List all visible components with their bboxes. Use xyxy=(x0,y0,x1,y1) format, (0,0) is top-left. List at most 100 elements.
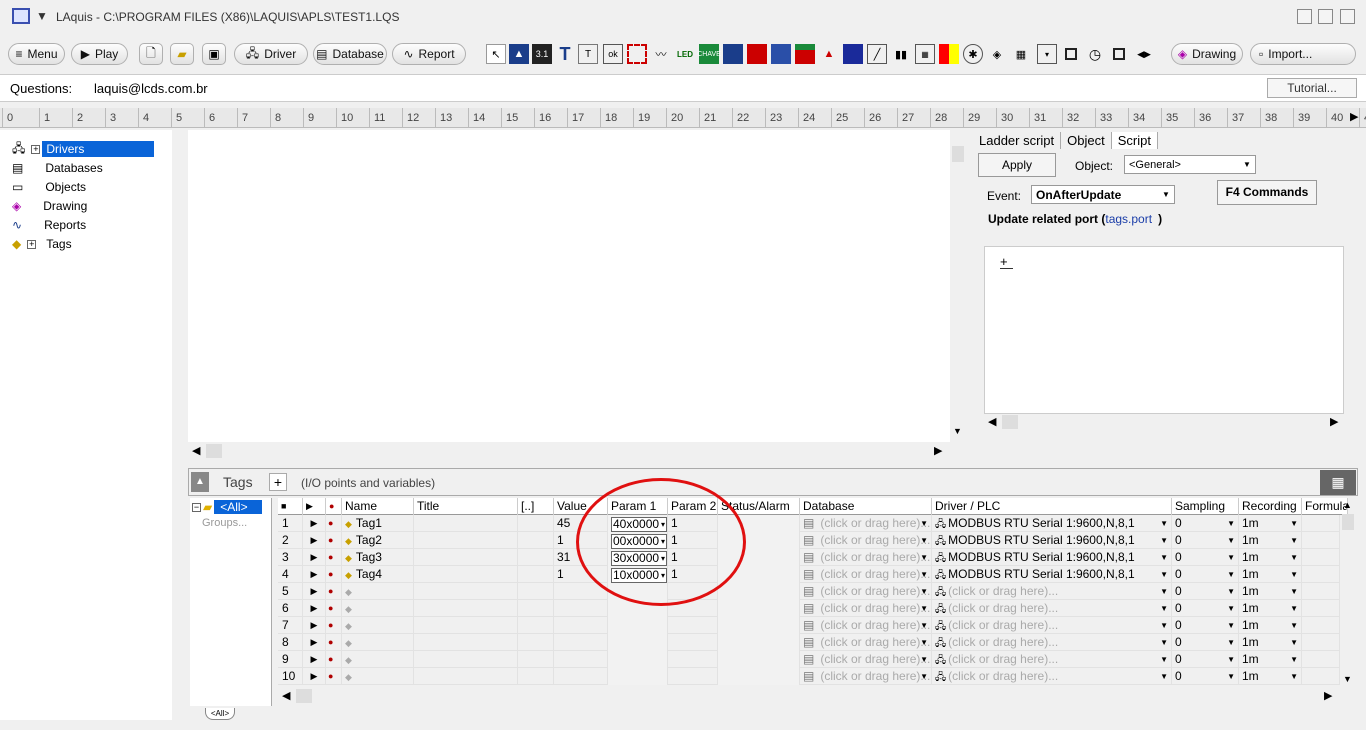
extra-cell[interactable] xyxy=(518,515,554,532)
drawing-button[interactable]: ◈ Drawing xyxy=(1171,43,1243,65)
table-row[interactable]: 1 ▶ ● ◆ Tag1 45 40x0000 ▾ 1 ▤ (click or drag here)… xyxy=(278,515,1340,532)
sampling-cell[interactable]: 0 ▼ xyxy=(1172,515,1239,532)
database-cell[interactable]: ▤ (click or drag here)... ▼ xyxy=(800,532,932,549)
alarm-tool-icon[interactable]: ▲ xyxy=(819,44,839,64)
chevron-down-icon[interactable]: ▼ xyxy=(1160,532,1168,549)
driver-cell[interactable]: 🖧 MODBUS RTU Serial 1:9600,N,8,1 ▼ xyxy=(932,549,1172,566)
sampling-cell[interactable]: 0 ▼ xyxy=(1172,532,1239,549)
table-row[interactable]: 9 ▶ ● ◆ ▤ (click or drag here)... ▼ 🖧 (click or … xyxy=(278,651,1340,668)
recording-cell[interactable]: 1m ▼ xyxy=(1239,634,1302,651)
tree-item-databases[interactable]: ▤ Databases xyxy=(12,159,107,177)
shape-tool-icon[interactable]: ◈ xyxy=(987,44,1007,64)
grid-view-button[interactable]: ▦ xyxy=(1320,470,1356,495)
chevron-down-icon[interactable]: ▼ xyxy=(1290,617,1298,634)
slider-tool-icon[interactable] xyxy=(795,44,815,64)
extra-cell[interactable] xyxy=(518,566,554,583)
tag-name-cell[interactable]: ◆ Tag4 xyxy=(342,566,414,583)
sampling-cell[interactable]: 0 ▼ xyxy=(1172,651,1239,668)
row-bullet-icon[interactable]: ● xyxy=(326,566,342,583)
extra-cell[interactable] xyxy=(518,651,554,668)
bottle-tool-icon[interactable]: ▮▮ xyxy=(891,44,911,64)
value-cell[interactable] xyxy=(554,634,608,651)
grid-vertical-scrollbar[interactable]: ▲ ▼ xyxy=(1340,498,1356,688)
groups-link[interactable]: Groups... xyxy=(202,517,247,529)
menu-button[interactable]: ≡ Menu xyxy=(8,43,65,65)
recording-cell[interactable]: 1m ▼ xyxy=(1239,651,1302,668)
driver-cell[interactable]: 🖧 (click or drag here)... ▼ xyxy=(932,634,1172,651)
param2-cell[interactable] xyxy=(668,634,718,651)
scroll-up-icon[interactable]: ▲ xyxy=(1343,500,1352,510)
select-all-icon[interactable]: ■ xyxy=(278,498,303,515)
chevron-down-icon[interactable]: ▼ xyxy=(920,634,928,651)
play-button[interactable]: ▶ Play xyxy=(71,43,128,65)
scroll-right-icon[interactable]: ▶ xyxy=(1330,415,1338,428)
formula-cell[interactable] xyxy=(1302,617,1340,634)
database-cell[interactable]: ▤ (click or drag here)... ▼ xyxy=(800,549,932,566)
row-bullet-icon[interactable]: ● xyxy=(326,532,342,549)
row-play-icon[interactable]: ▶ xyxy=(303,566,326,583)
open-file-button[interactable]: ▰ xyxy=(170,43,194,65)
table-row[interactable]: 6 ▶ ● ◆ ▤ (click or drag here)... ▼ 🖧 (click or … xyxy=(278,600,1340,617)
chevron-down-icon[interactable]: ▼ xyxy=(1290,532,1298,549)
chevron-down-icon[interactable]: ▼ xyxy=(1290,634,1298,651)
table-row[interactable]: 8 ▶ ● ◆ ▤ (click or drag here)... ▼ 🖧 (click or … xyxy=(278,634,1340,651)
pointer-tool-icon[interactable]: ↖ xyxy=(486,44,506,64)
small-text-tool-icon[interactable]: T xyxy=(578,44,598,64)
formula-cell[interactable] xyxy=(1302,651,1340,668)
expand-icon[interactable]: + xyxy=(1000,255,1013,269)
chevron-down-icon[interactable]: ▼ xyxy=(1290,515,1298,532)
driver-cell[interactable]: 🖧 (click or drag here)... ▼ xyxy=(932,668,1172,685)
chevron-down-icon[interactable]: ▼ xyxy=(1160,651,1168,668)
formula-cell[interactable] xyxy=(1302,634,1340,651)
extra-cell[interactable] xyxy=(518,532,554,549)
chevron-down-icon[interactable]: ▼ xyxy=(1227,532,1235,549)
f4-commands-button[interactable]: F4 Commands xyxy=(1217,180,1317,205)
chevron-down-icon[interactable]: ▼ xyxy=(1290,549,1298,566)
color-palette-tool-icon[interactable] xyxy=(939,44,959,64)
table-row[interactable]: 7 ▶ ● ◆ ▤ (click or drag here)... ▼ 🖧 (click or … xyxy=(278,617,1340,634)
title-cell[interactable] xyxy=(414,668,518,685)
chevron-down-icon[interactable]: ▼ xyxy=(1290,583,1298,600)
sampling-cell[interactable]: 0 ▼ xyxy=(1172,617,1239,634)
value-cell[interactable] xyxy=(554,617,608,634)
row-bullet-icon[interactable]: ● xyxy=(326,617,342,634)
database-cell[interactable]: ▤ (click or drag here)... ▼ xyxy=(800,600,932,617)
tag-name-cell[interactable]: ◆ Tag2 xyxy=(342,532,414,549)
formula-cell[interactable] xyxy=(1302,600,1340,617)
scroll-left-icon[interactable]: ◀ xyxy=(282,689,290,702)
param2-cell[interactable] xyxy=(668,617,718,634)
row-play-icon[interactable]: ▶ xyxy=(303,532,326,549)
recording-cell[interactable]: 1m ▼ xyxy=(1239,668,1302,685)
tab-script[interactable]: Script xyxy=(1111,132,1158,149)
table-row[interactable]: 2 ▶ ● ◆ Tag2 1 00x0000 ▾ 1 ▤ (click or drag here).… xyxy=(278,532,1340,549)
chevron-down-icon[interactable]: ▼ xyxy=(920,532,928,549)
scroll-down-icon[interactable]: ▼ xyxy=(953,426,962,436)
canvas-vertical-scrollbar[interactable]: ▼ xyxy=(950,130,966,442)
title-cell[interactable] xyxy=(414,651,518,668)
chevron-down-icon[interactable]: ▼ xyxy=(1227,583,1235,600)
event-select[interactable]: OnAfterUpdate ▼ xyxy=(1031,185,1175,204)
expand-icon[interactable]: + xyxy=(31,144,41,154)
gauge-red-tool-icon[interactable] xyxy=(747,44,767,64)
group-all[interactable]: − ▰ <All> xyxy=(192,500,262,514)
driver-cell[interactable]: 🖧 (click or drag here)... ▼ xyxy=(932,617,1172,634)
database-cell[interactable]: ▤ (click or drag here)... ▼ xyxy=(800,634,932,651)
extra-cell[interactable] xyxy=(518,600,554,617)
chevron-down-icon[interactable]: ▼ xyxy=(1227,600,1235,617)
row-bullet-icon[interactable]: ● xyxy=(326,583,342,600)
row-play-icon[interactable]: ▶ xyxy=(303,600,326,617)
chevron-down-icon[interactable]: ▼ xyxy=(1160,566,1168,583)
title-cell[interactable] xyxy=(414,583,518,600)
scroll-left-icon[interactable]: ◀ xyxy=(192,444,200,457)
tag-name-cell[interactable]: ◆ xyxy=(342,600,414,617)
bar-tool-icon[interactable] xyxy=(843,44,863,64)
led-tool-icon[interactable]: LED xyxy=(675,44,695,64)
row-play-icon[interactable]: ▶ xyxy=(303,668,326,685)
tag-name-cell[interactable]: ◆ xyxy=(342,583,414,600)
clock-tool-icon[interactable]: ◷ xyxy=(1085,44,1105,64)
tree-item-drawing[interactable]: ◈ Drawing xyxy=(12,197,91,215)
formula-cell[interactable] xyxy=(1302,532,1340,549)
recording-cell[interactable]: 1m ▼ xyxy=(1239,600,1302,617)
trend-tool-icon[interactable]: 〰 xyxy=(651,44,671,64)
tree-item-drivers[interactable]: 🖧 + Drivers xyxy=(12,140,155,158)
